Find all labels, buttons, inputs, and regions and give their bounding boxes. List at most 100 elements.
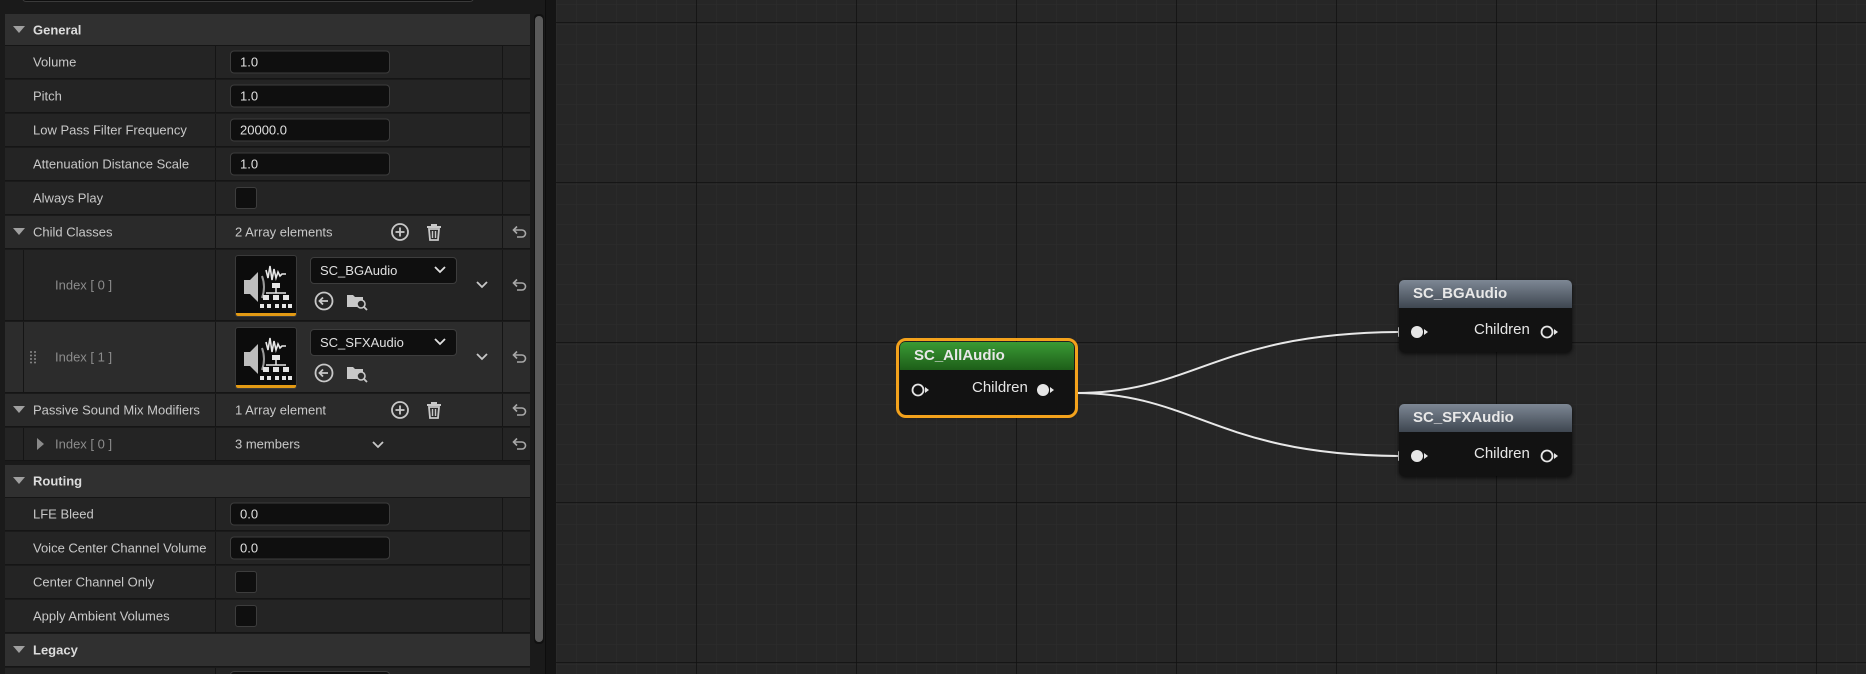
- property-row-low-pass-filter: Low Pass Filter Frequency 20000.0: [5, 114, 530, 147]
- asset-picker-value: SC_SFXAudio: [320, 335, 404, 350]
- editor-root: General Volume 1.0 Pitch 1.0 Low Pass Fi…: [0, 0, 1866, 674]
- index-label: Index [ 0 ]: [55, 277, 113, 293]
- property-label: Passive Sound Mix Modifiers: [33, 402, 200, 418]
- browse-to-asset-icon[interactable]: [345, 362, 369, 384]
- asset-action-icons: [313, 362, 373, 384]
- index-label: Index [ 0 ]: [55, 436, 113, 452]
- property-label: Voice Center Channel Volume: [33, 540, 207, 556]
- property-row-always-play: Always Play: [5, 182, 530, 215]
- chevron-down-icon[interactable]: [475, 352, 489, 362]
- collapse-caret-icon[interactable]: [13, 646, 25, 653]
- attenuation-distance-scale-input[interactable]: 1.0: [230, 152, 390, 176]
- property-label: Child Classes: [33, 224, 113, 240]
- pin-label: Children: [1474, 321, 1530, 338]
- collapse-caret-icon[interactable]: [13, 228, 25, 235]
- category-legacy-label: Legacy: [33, 642, 78, 658]
- reset-to-default-icon[interactable]: [511, 437, 527, 451]
- array-count-text: 2 Array elements: [235, 224, 333, 240]
- chevron-down-icon: [434, 266, 446, 274]
- reset-to-default-icon[interactable]: [511, 403, 527, 417]
- array-element-row: Index [ 0 ] 3 members: [5, 428, 530, 461]
- collapse-caret-icon[interactable]: [13, 406, 25, 413]
- asset-picker-combo[interactable]: SC_BGAudio: [310, 257, 457, 284]
- category-general[interactable]: General: [5, 14, 530, 46]
- delete-icon[interactable]: [423, 221, 445, 243]
- details-scrollbar[interactable]: [534, 14, 544, 644]
- graph-grid: [556, 0, 1866, 674]
- node-title: SC_AllAudio: [900, 342, 1074, 370]
- voice-center-channel-volume-input[interactable]: 0.0: [230, 536, 390, 560]
- pin-label: Children: [972, 379, 1028, 396]
- property-row-volume: Volume 1.0: [5, 46, 530, 79]
- pin-label: Children: [1474, 445, 1530, 462]
- property-row-pitch: Pitch 1.0: [5, 80, 530, 113]
- sound-class-thumbnail-icon[interactable]: [235, 327, 297, 389]
- graph-node-sc-bgaudio[interactable]: SC_BGAudio Children: [1399, 280, 1572, 352]
- details-panel: General Volume 1.0 Pitch 1.0 Low Pass Fi…: [0, 0, 546, 674]
- node-title: SC_BGAudio: [1399, 280, 1572, 308]
- property-row-center-channel-only: Center Channel Only: [5, 566, 530, 599]
- property-label: Volume: [33, 54, 77, 70]
- property-label: Pitch: [33, 88, 62, 104]
- always-play-checkbox[interactable]: [235, 187, 257, 209]
- property-row-lfe-bleed: LFE Bleed 0.0: [5, 498, 530, 531]
- asset-picker-value: SC_BGAudio: [320, 263, 398, 278]
- node-title: SC_SFXAudio: [1399, 404, 1572, 432]
- property-label: Center Channel Only: [33, 574, 155, 590]
- delete-icon[interactable]: [423, 399, 445, 421]
- property-row-child-classes: Child Classes 2 Array elements: [5, 216, 530, 249]
- sound-class-thumbnail-icon[interactable]: [235, 255, 297, 317]
- chevron-down-icon[interactable]: [371, 440, 385, 450]
- output-pin-icon[interactable]: [1539, 324, 1561, 340]
- add-element-icon[interactable]: [389, 221, 411, 243]
- lfe-bleed-input[interactable]: 0.0: [230, 502, 390, 526]
- category-routing-label: Routing: [33, 473, 83, 489]
- asset-picker-combo[interactable]: SC_SFXAudio: [310, 329, 457, 356]
- output-pin-icon[interactable]: [1539, 448, 1561, 464]
- property-row-cutoff: [5, 668, 530, 674]
- category-legacy[interactable]: Legacy: [5, 634, 530, 667]
- asset-action-icons: [313, 290, 373, 312]
- volume-input[interactable]: 1.0: [230, 50, 390, 74]
- expand-caret-icon[interactable]: [37, 438, 44, 450]
- use-selected-asset-icon[interactable]: [313, 362, 335, 384]
- center-channel-only-checkbox[interactable]: [235, 571, 257, 593]
- chevron-down-icon: [434, 338, 446, 346]
- details-search-box[interactable]: [22, 0, 474, 2]
- graph-node-sc-allaudio[interactable]: SC_AllAudio Children: [896, 338, 1078, 418]
- category-routing[interactable]: Routing: [5, 465, 530, 498]
- input-pin-icon[interactable]: [910, 382, 932, 398]
- use-selected-asset-icon[interactable]: [313, 290, 335, 312]
- scrollbar-thumb[interactable]: [535, 16, 543, 642]
- chevron-down-icon[interactable]: [475, 280, 489, 290]
- property-label: LFE Bleed: [33, 506, 94, 522]
- array-count-text: 1 Array element: [235, 402, 327, 418]
- category-general-label: General: [33, 22, 82, 37]
- property-label: Apply Ambient Volumes: [33, 608, 170, 624]
- sound-class-graph[interactable]: SC_AllAudio Children SC_BGAudio Children…: [556, 0, 1866, 674]
- apply-ambient-volumes-checkbox[interactable]: [235, 605, 257, 627]
- property-row-apply-ambient-volumes: Apply Ambient Volumes: [5, 600, 530, 633]
- reset-to-default-icon[interactable]: [511, 225, 527, 239]
- array-element-row: Index [ 0 ] SC_BGAudio: [5, 250, 530, 321]
- collapse-caret-icon[interactable]: [13, 25, 25, 33]
- property-label: Always Play: [33, 190, 104, 206]
- reset-to-default-icon[interactable]: [511, 278, 527, 292]
- index-label: Index [ 1 ]: [55, 349, 113, 365]
- property-row-voice-center-channel-volume: Voice Center Channel Volume 0.0: [5, 532, 530, 565]
- low-pass-filter-input[interactable]: 20000.0: [230, 118, 390, 142]
- input-pin-icon[interactable]: [1409, 448, 1431, 464]
- output-pin-icon[interactable]: [1035, 382, 1057, 398]
- graph-node-sc-sfxaudio[interactable]: SC_SFXAudio Children: [1399, 404, 1572, 476]
- add-element-icon[interactable]: [389, 399, 411, 421]
- browse-to-asset-icon[interactable]: [345, 290, 369, 312]
- property-label: Attenuation Distance Scale: [33, 156, 190, 172]
- property-row-attenuation: Attenuation Distance Scale 1.0: [5, 148, 530, 181]
- members-text: 3 members: [235, 436, 301, 452]
- input-pin-icon[interactable]: [1409, 324, 1431, 340]
- reset-to-default-icon[interactable]: [511, 350, 527, 364]
- pitch-input[interactable]: 1.0: [230, 84, 390, 108]
- drag-handle-icon[interactable]: [29, 350, 37, 364]
- property-label: Low Pass Filter Frequency: [33, 122, 187, 138]
- collapse-caret-icon[interactable]: [13, 477, 25, 484]
